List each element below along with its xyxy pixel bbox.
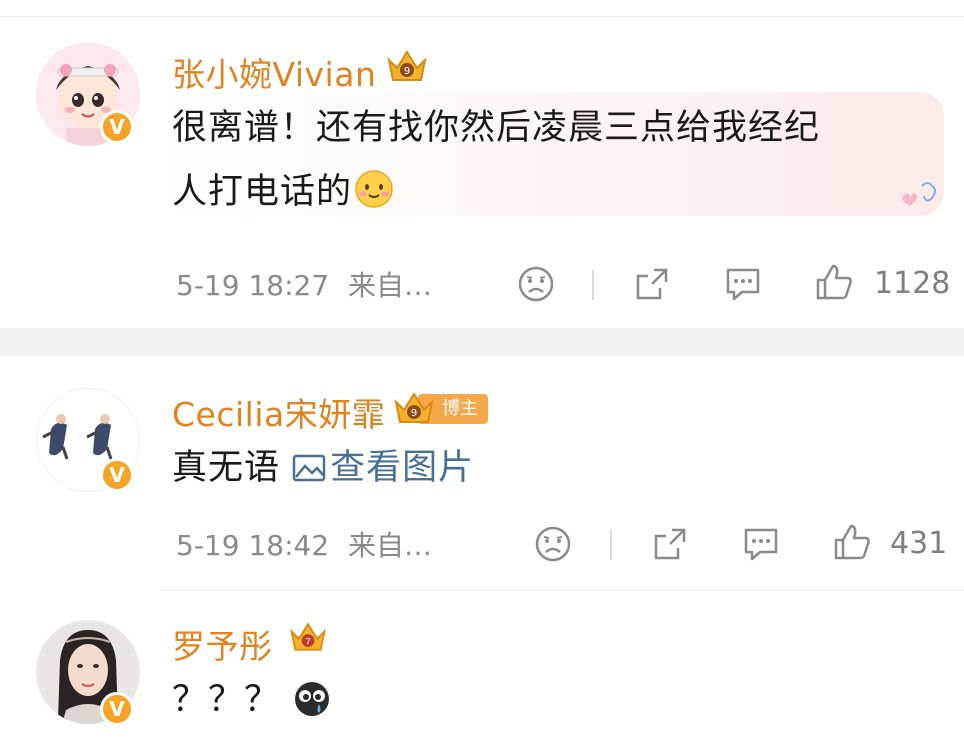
comment-bubble-icon[interactable] bbox=[722, 264, 764, 304]
verified-badge: V bbox=[100, 110, 134, 144]
crown-icon: 7 bbox=[290, 622, 326, 651]
comment-item: V 张小婉Vivian 9 很离谱！还有找你然后凌晨三点给我经纪 人打电话的 5… bbox=[0, 30, 964, 330]
comment-text-fragment: ？？？ bbox=[172, 680, 281, 720]
comment-text: 真无语 查看图片 bbox=[172, 436, 474, 500]
username[interactable]: 罗予彤 bbox=[172, 620, 273, 668]
svg-text:9: 9 bbox=[411, 408, 417, 419]
sticker-doodle-icon bbox=[902, 182, 936, 206]
share-icon[interactable] bbox=[632, 264, 672, 304]
comment-text: ？？？ bbox=[172, 668, 332, 732]
crown-icon: 9 bbox=[387, 50, 427, 81]
timestamp: 5-19 18:42 bbox=[176, 529, 330, 562]
comment-item: V Cecilia宋妍霏 博主 9 真无语 查看图片 5-19 18:42 来自… bbox=[0, 372, 964, 582]
sad-face-icon[interactable] bbox=[533, 524, 573, 564]
source-label[interactable]: 来自… bbox=[348, 529, 432, 562]
view-image-label: 查看图片 bbox=[330, 448, 475, 488]
top-divider bbox=[0, 16, 964, 17]
action-divider bbox=[592, 270, 594, 300]
section-separator bbox=[0, 328, 964, 356]
view-image-link[interactable]: 查看图片 bbox=[292, 448, 474, 488]
sad-face-icon[interactable] bbox=[516, 264, 556, 304]
timestamp: 5-19 18:27 bbox=[176, 269, 330, 302]
svg-text:9: 9 bbox=[404, 66, 410, 77]
like-count: 431 bbox=[890, 526, 948, 561]
svg-text:7: 7 bbox=[305, 637, 311, 647]
comment-divider bbox=[160, 590, 964, 591]
verified-badge: V bbox=[100, 458, 134, 492]
crown-icon: 9 bbox=[394, 392, 434, 423]
like-count: 1128 bbox=[874, 266, 951, 301]
comment-meta: 5-19 18:27 来自… bbox=[176, 264, 432, 304]
username[interactable]: Cecilia宋妍霏 bbox=[172, 388, 385, 436]
blogger-tag-label: 博主 bbox=[442, 398, 478, 419]
comment-text-line: 人打电话的 bbox=[172, 160, 820, 224]
smile-emoji bbox=[355, 170, 393, 208]
action-divider bbox=[610, 530, 612, 560]
comment-text-fragment: 人打电话的 bbox=[172, 172, 353, 212]
username[interactable]: 张小婉Vivian bbox=[172, 48, 376, 96]
comment-text: 很离谱！还有找你然后凌晨三点给我经纪 人打电话的 bbox=[172, 96, 820, 224]
comment-text-line: 很离谱！还有找你然后凌晨三点给我经纪 bbox=[172, 108, 821, 148]
image-icon bbox=[292, 454, 326, 482]
comment-meta: 5-19 18:42 来自… bbox=[176, 524, 432, 564]
thumbs-up-icon[interactable] bbox=[814, 262, 856, 304]
comment-bubble-icon[interactable] bbox=[740, 524, 782, 564]
comment-item: V 罗予彤 7 ？？？ bbox=[0, 612, 964, 749]
thumbs-up-icon[interactable] bbox=[832, 522, 874, 564]
crying-emoji bbox=[295, 682, 330, 716]
verified-badge: V bbox=[100, 692, 134, 726]
source-label[interactable]: 来自… bbox=[348, 269, 432, 302]
share-icon[interactable] bbox=[650, 524, 690, 564]
comment-text-fragment: 真无语 bbox=[172, 448, 281, 488]
